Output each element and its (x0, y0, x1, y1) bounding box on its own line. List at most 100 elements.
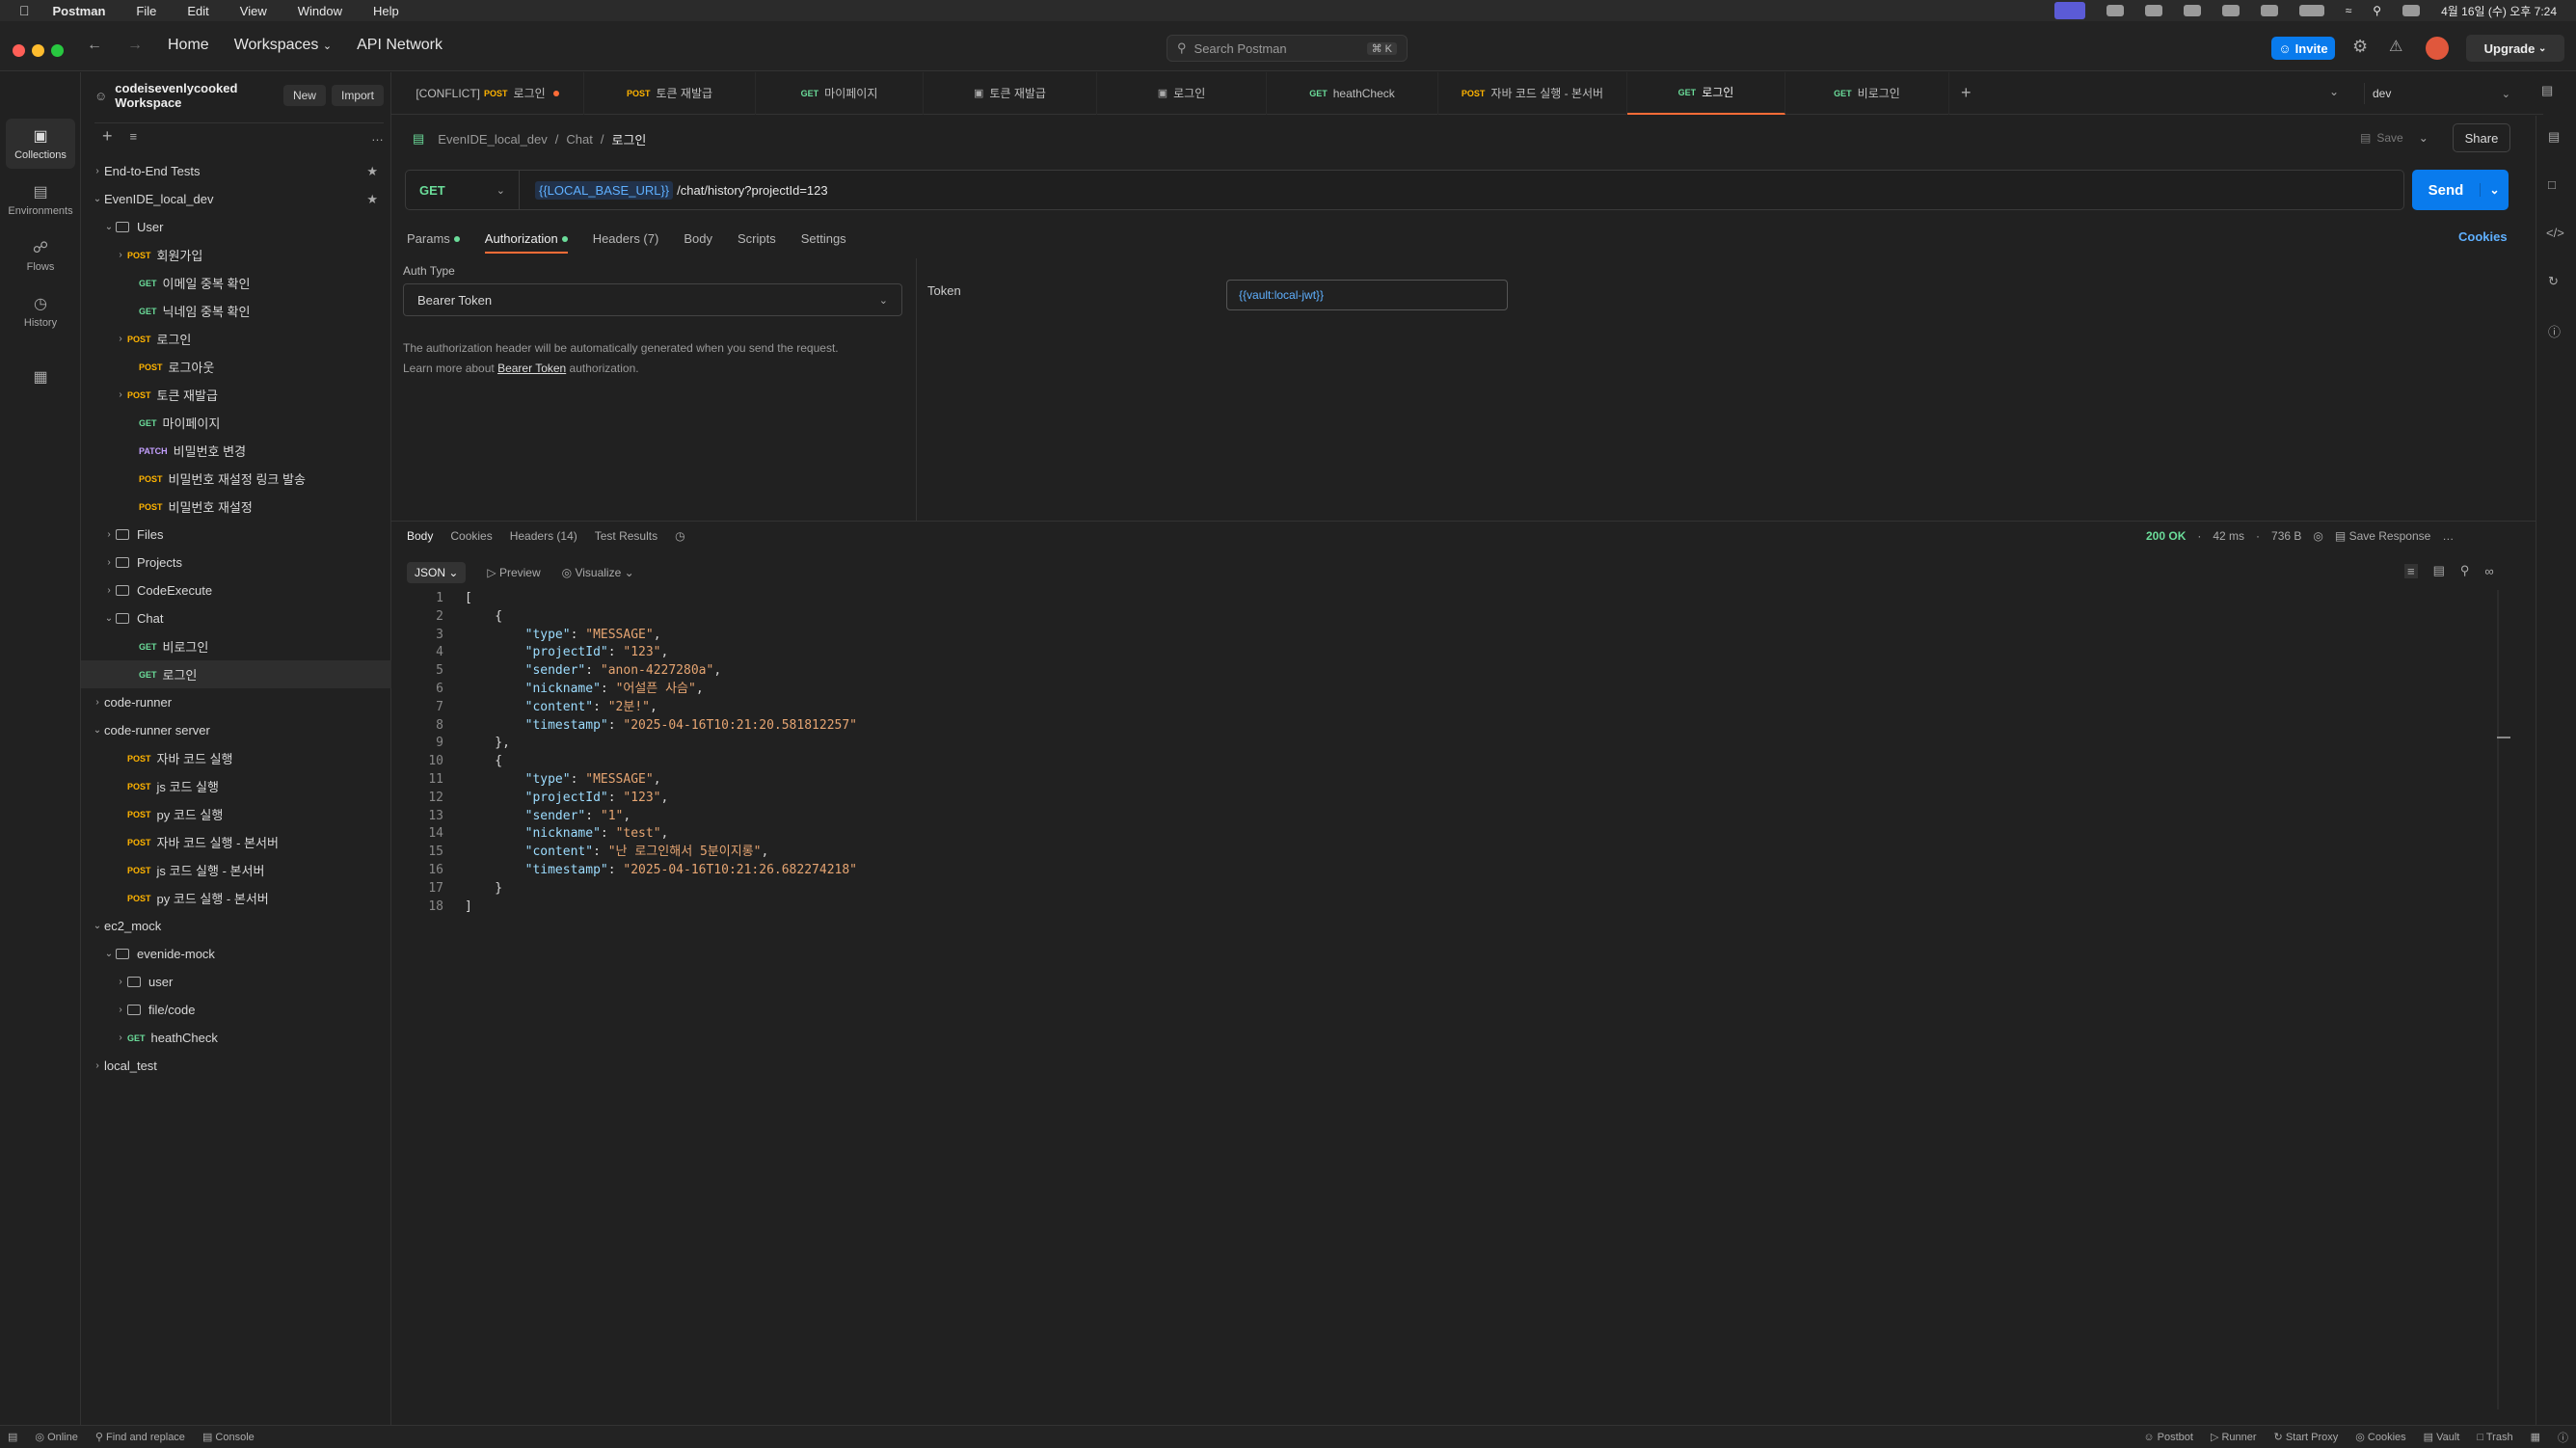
collection-item[interactable]: ⌄ ec2_mock (81, 912, 391, 940)
tray-icon[interactable] (2221, 5, 2240, 16)
wifi-icon[interactable]: ≈ (2346, 4, 2352, 17)
chevron-down-icon[interactable]: ⌄ (102, 949, 116, 959)
folder-item[interactable]: › CodeExecute (81, 577, 391, 604)
search-icon[interactable]: ⚲ (2460, 563, 2470, 578)
folder-item[interactable]: › file/code (81, 996, 391, 1024)
response-tab-body[interactable]: Body (407, 529, 433, 543)
network-globe-icon[interactable]: ◎ (2313, 529, 2322, 543)
request-tab[interactable]: ▣ 토큰 재발급 (924, 71, 1097, 115)
collection-item[interactable]: › code-runner (81, 688, 391, 716)
response-size[interactable]: 736 B (2271, 529, 2301, 543)
chevron-right-icon[interactable]: › (102, 557, 116, 568)
menu-help[interactable]: Help (373, 4, 399, 18)
battery-icon[interactable] (2298, 5, 2324, 16)
request-item[interactable]: POST 자바 코드 실행 - 본서버 (81, 828, 391, 856)
chevron-down-icon[interactable]: ⌄ (91, 921, 104, 931)
preview-button[interactable]: ▷ Preview (487, 566, 540, 579)
filter-icon[interactable]: ≡ (130, 129, 138, 144)
format-select[interactable]: JSON ⌄ (407, 562, 467, 583)
tray-icon[interactable] (2260, 5, 2278, 16)
add-tab-icon[interactable]: + (1961, 83, 1972, 103)
settings-gear-icon[interactable]: ⚙ (2352, 37, 2368, 57)
star-icon[interactable]: ★ (366, 192, 378, 207)
request-item[interactable]: › POST 토큰 재발급 (81, 381, 391, 409)
request-tab[interactable]: GET 비로그인 (1785, 71, 1949, 115)
share-button[interactable]: Share (2453, 123, 2510, 152)
wrap-lines-icon[interactable]: ≡ (2404, 563, 2418, 578)
tray-icon[interactable] (2183, 5, 2201, 16)
folder-item[interactable]: ⌄ User (81, 213, 391, 241)
response-json-viewer[interactable]: 1[2 {3 "type": "MESSAGE", 4 "projectId": … (405, 590, 857, 916)
visualize-button[interactable]: ◎ Visualize ⌄ (562, 566, 634, 579)
control-center-icon[interactable] (2402, 5, 2421, 16)
request-tab[interactable]: GET heathCheck (1267, 71, 1438, 115)
copy-icon[interactable]: ▤ (2433, 563, 2445, 578)
chevron-right-icon[interactable]: › (102, 585, 116, 596)
response-history-icon[interactable]: ◷ (675, 529, 684, 543)
request-item[interactable]: POST 로그아웃 (81, 353, 391, 381)
app-menu-name[interactable]: Postman (53, 4, 106, 18)
chevron-right-icon[interactable]: › (102, 529, 116, 540)
cookies-link[interactable]: Cookies (2458, 229, 2508, 244)
folder-item[interactable]: › Files (81, 521, 391, 549)
request-tab[interactable]: GET 마이페이지 (756, 71, 924, 115)
code-snippet-icon[interactable]: </> (2546, 226, 2564, 240)
breadcrumb-collection[interactable]: EvenIDE_local_dev (438, 132, 547, 147)
back-arrow-icon[interactable]: ← (87, 37, 102, 54)
documentation-icon[interactable]: ▤ (2548, 129, 2560, 145)
comments-icon[interactable]: □ (2548, 177, 2556, 192)
start-proxy-button[interactable]: ↻ Start Proxy (2274, 1431, 2339, 1443)
tab-scripts[interactable]: Scripts (738, 231, 776, 246)
chevron-right-icon[interactable]: › (114, 1005, 127, 1015)
collection-item[interactable]: ⌄ EvenIDE_local_dev ★ (81, 185, 391, 213)
chevron-right-icon[interactable]: › (91, 166, 104, 176)
save-button[interactable]: ▤ Save ⌄ (2360, 125, 2428, 150)
clock[interactable]: 4월 16일 (수) 오후 7:24 (2441, 3, 2557, 19)
rail-environments[interactable]: ▤ Environments (6, 174, 75, 225)
rail-history[interactable]: ◷ History (6, 286, 75, 336)
trash-button[interactable]: □ Trash (2477, 1432, 2512, 1443)
request-tab[interactable]: ▣ 로그인 (1097, 71, 1267, 115)
request-tab[interactable]: GET 로그인 (1627, 71, 1785, 115)
help-icon[interactable]: ⓘ (2558, 1430, 2568, 1445)
zoom-window-button[interactable] (51, 44, 64, 57)
breadcrumb-request[interactable]: 로그인 (611, 130, 646, 148)
rail-flows[interactable]: ☍ Flows (6, 230, 75, 281)
close-window-button[interactable] (13, 44, 25, 57)
more-options-icon[interactable]: … (371, 129, 384, 144)
search-input[interactable]: ⚲ Search Postman ⌘ K (1167, 35, 1408, 62)
cookies-button[interactable]: ◎ Cookies (2355, 1431, 2405, 1443)
chevron-right-icon[interactable]: › (114, 389, 127, 400)
response-tab-test-results[interactable]: Test Results (595, 529, 657, 543)
tab-settings[interactable]: Settings (801, 231, 846, 246)
menu-view[interactable]: View (240, 4, 267, 18)
request-item[interactable]: › POST 로그인 (81, 325, 391, 353)
status-badge[interactable]: 200 OK (2146, 529, 2186, 543)
send-options-chevron-icon[interactable]: ⌄ (2480, 183, 2509, 197)
request-item[interactable]: PATCH 비밀번호 변경 (81, 437, 391, 465)
request-item[interactable]: POST 비밀번호 재설정 (81, 493, 391, 521)
forward-arrow-icon[interactable]: → (127, 37, 143, 54)
request-tab[interactable]: POST 자바 코드 실행 - 본서버 (1438, 71, 1627, 115)
spotlight-icon[interactable]: ⚲ (2373, 4, 2381, 17)
add-collection-icon[interactable]: + (102, 126, 113, 147)
environment-quicklook-icon[interactable]: ▤ (2541, 83, 2553, 98)
request-item[interactable]: POST 자바 코드 실행 (81, 744, 391, 772)
runner-button[interactable]: ▷ Runner (2211, 1431, 2257, 1443)
chevron-right-icon[interactable]: › (114, 1032, 127, 1043)
tray-icon[interactable] (2144, 5, 2162, 16)
request-tab[interactable]: [CONFLICT] POST 로그인 (391, 71, 584, 115)
workspace-name[interactable]: codeisevenlycooked Workspace (115, 81, 283, 110)
request-item[interactable]: POST js 코드 실행 - 본서버 (81, 856, 391, 884)
request-item[interactable]: POST py 코드 실행 (81, 800, 391, 828)
invite-button[interactable]: ☺ Invite (2271, 37, 2335, 60)
nav-home[interactable]: Home (168, 37, 209, 54)
minimize-window-button[interactable] (32, 44, 44, 57)
editor-scrollbar[interactable] (2497, 590, 2499, 1409)
folder-item[interactable]: ⌄ Chat (81, 604, 391, 632)
vault-button[interactable]: ▤ Vault (2424, 1431, 2460, 1443)
rail-collections[interactable]: ▣ Collections (6, 119, 75, 169)
request-item[interactable]: POST js 코드 실행 (81, 772, 391, 800)
chevron-down-icon[interactable]: ⌄ (102, 613, 116, 624)
tabs-overflow-chevron-icon[interactable]: ⌄ (2329, 85, 2339, 98)
